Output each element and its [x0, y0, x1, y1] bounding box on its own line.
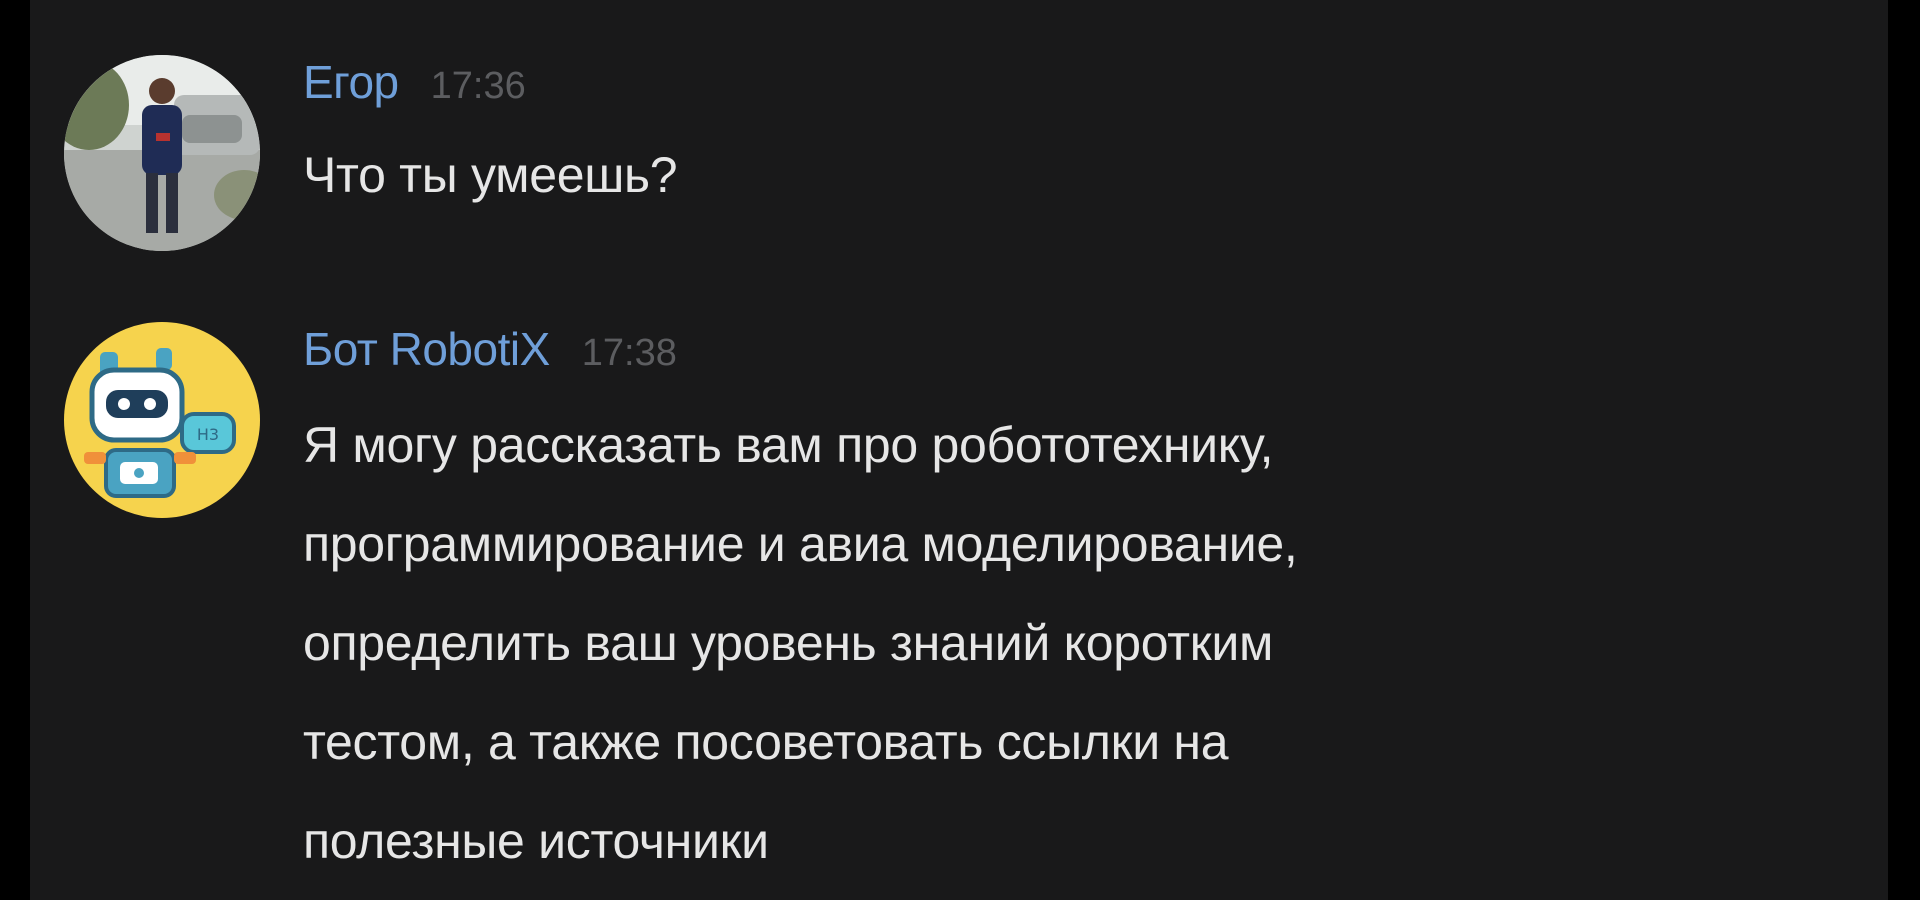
message-item: Егор 17:36 Что ты умеешь? [64, 55, 678, 251]
message-item: H3 Бот RobotiX 17:38 Я могу рассказать в… [64, 322, 1298, 891]
chat-history: Егор 17:36 Что ты умеешь? H3 Бот RobotiX… [30, 0, 1888, 900]
message-time: 17:36 [430, 65, 526, 107]
message-text: Я могу рассказать вам про робототехнику,… [303, 417, 1298, 869]
message-header: Бот RobotiX 17:38 [303, 322, 1297, 392]
message-text: Что ты умеешь? [303, 147, 678, 203]
message-time: 17:38 [581, 332, 677, 374]
bot-avatar[interactable]: H3 [64, 322, 260, 518]
author-name[interactable]: Бот RobotiX [303, 322, 550, 376]
robot-avatar-icon: H3 [64, 322, 260, 518]
message-content: Бот RobotiX 17:38 Я могу рассказать вам … [303, 322, 1298, 891]
author-name[interactable]: Егор [303, 55, 399, 109]
message-content: Егор 17:36 Что ты умеешь? [303, 55, 678, 207]
user-avatar[interactable] [64, 55, 260, 251]
message-header: Егор 17:36 [303, 55, 677, 125]
user-photo-avatar-icon [64, 55, 260, 251]
svg-text:H3: H3 [197, 425, 219, 444]
